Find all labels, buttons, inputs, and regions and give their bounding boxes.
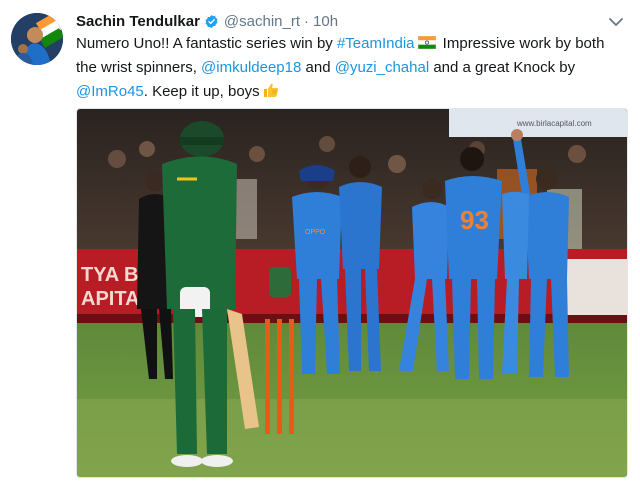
- text-segment: the wrist spinners,: [76, 59, 202, 76]
- tweet-header: Sachin Tendulkar @sachin_rt · 10h: [76, 10, 338, 32]
- tweet-text: Numero Uno!! A fantastic series win by #…: [76, 32, 631, 104]
- jersey-sponsor-text: OPPO: [305, 229, 326, 236]
- author-name[interactable]: Sachin Tendulkar: [76, 13, 200, 30]
- tweet-text-line-1: Numero Uno!! A fantastic series win by #…: [76, 32, 631, 56]
- banner-url-text: www.birlacapital.com: [516, 119, 592, 128]
- timestamp[interactable]: 10h: [313, 13, 338, 30]
- author-handle[interactable]: @sachin_rt: [224, 13, 300, 30]
- tweet-text-line-3: @ImRo45. Keep it up, boys: [76, 80, 631, 104]
- mention-link-chahal[interactable]: @yuzi_chahal: [335, 59, 429, 76]
- stumps: [265, 319, 294, 434]
- banner-text-line-2: APITA: [81, 288, 140, 310]
- tweet-text-line-2: the wrist spinners, @imkuldeep18 and @yu…: [76, 56, 631, 80]
- text-segment: Impressive work by both: [438, 35, 605, 52]
- india-flag-emoji: [417, 36, 436, 49]
- tweet: Sachin Tendulkar @sachin_rt · 10h Numero…: [0, 0, 640, 485]
- chevron-down-icon[interactable]: [607, 13, 625, 31]
- hashtag-link[interactable]: #TeamIndia: [337, 35, 415, 52]
- text-segment: and a great Knock by: [429, 59, 576, 76]
- text-segment: and: [301, 59, 335, 76]
- jersey-number-text: 93: [460, 205, 489, 235]
- tweet-photo[interactable]: www.birlacapital.com TYA BIRL APITA OPPO…: [76, 108, 628, 478]
- mention-link-rohit[interactable]: @ImRo45: [76, 83, 144, 100]
- text-segment: Numero Uno!! A fantastic series win by: [76, 35, 337, 52]
- separator-dot: ·: [304, 12, 310, 30]
- mention-link-kuldeep[interactable]: @imkuldeep18: [201, 59, 301, 76]
- verified-badge-icon: [205, 14, 218, 28]
- avatar[interactable]: [11, 13, 63, 65]
- text-segment: . Keep it up, boys: [143, 83, 260, 100]
- cricket-celebration-image: www.birlacapital.com TYA BIRL APITA OPPO…: [77, 109, 627, 477]
- thumbs-up-emoji: [263, 83, 278, 97]
